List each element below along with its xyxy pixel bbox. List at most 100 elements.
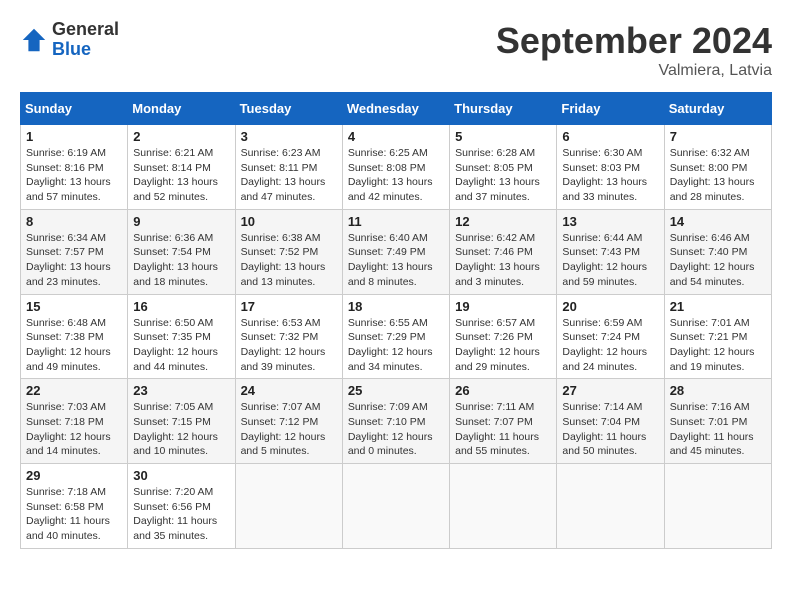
day-info: Sunrise: 7:16 AM Sunset: 7:01 PM Dayligh… xyxy=(670,400,766,459)
calendar-week-5: 29Sunrise: 7:18 AM Sunset: 6:58 PM Dayli… xyxy=(21,464,772,549)
day-info: Sunrise: 6:34 AM Sunset: 7:57 PM Dayligh… xyxy=(26,231,122,290)
calendar-cell xyxy=(664,464,771,549)
day-info: Sunrise: 7:20 AM Sunset: 6:56 PM Dayligh… xyxy=(133,485,229,544)
day-info: Sunrise: 6:48 AM Sunset: 7:38 PM Dayligh… xyxy=(26,316,122,375)
day-info: Sunrise: 7:03 AM Sunset: 7:18 PM Dayligh… xyxy=(26,400,122,459)
calendar-cell: 27 Sunrise: 7:14 AM Sunset: 7:04 PM Dayli… xyxy=(557,379,664,464)
calendar-cell: 23 Sunrise: 7:05 AM Sunset: 7:15 PM Dayli… xyxy=(128,379,235,464)
location: Valmiera, Latvia xyxy=(496,62,772,80)
calendar-cell: 19Sunrise: 6:57 AM Sunset: 7:26 PM Dayli… xyxy=(450,294,557,379)
title-block: September 2024 Valmiera, Latvia xyxy=(496,20,772,80)
calendar-cell: 7 Sunrise: 6:32 AM Sunset: 8:00 PM Daylig… xyxy=(664,125,771,210)
calendar-cell: 4 Sunrise: 6:25 AM Sunset: 8:08 PM Daylig… xyxy=(342,125,449,210)
day-number: 22 xyxy=(26,383,122,398)
calendar-header-friday: Friday xyxy=(557,93,664,125)
calendar-cell: 25Sunrise: 7:09 AM Sunset: 7:10 PM Dayli… xyxy=(342,379,449,464)
day-number: 7 xyxy=(670,129,766,144)
calendar-header-saturday: Saturday xyxy=(664,93,771,125)
day-number: 23 xyxy=(133,383,229,398)
calendar-cell: 10 Sunrise: 6:38 AM Sunset: 7:52 PM Dayli… xyxy=(235,209,342,294)
day-info: Sunrise: 6:53 AM Sunset: 7:32 PM Dayligh… xyxy=(241,316,337,375)
day-info: Sunrise: 6:57 AM Sunset: 7:26 PM Dayligh… xyxy=(455,316,551,375)
day-number: 8 xyxy=(26,214,122,229)
day-number: 15 xyxy=(26,299,122,314)
day-info: Sunrise: 6:40 AM Sunset: 7:49 PM Dayligh… xyxy=(348,231,444,290)
day-info: Sunrise: 6:55 AM Sunset: 7:29 PM Dayligh… xyxy=(348,316,444,375)
calendar-cell: 29Sunrise: 7:18 AM Sunset: 6:58 PM Dayli… xyxy=(21,464,128,549)
day-number: 24 xyxy=(241,383,337,398)
calendar: SundayMondayTuesdayWednesdayThursdayFrid… xyxy=(20,92,772,549)
calendar-cell xyxy=(450,464,557,549)
day-number: 21 xyxy=(670,299,766,314)
day-number: 13 xyxy=(562,214,658,229)
calendar-header-wednesday: Wednesday xyxy=(342,93,449,125)
calendar-cell: 21Sunrise: 7:01 AM Sunset: 7:21 PM Dayli… xyxy=(664,294,771,379)
day-number: 2 xyxy=(133,129,229,144)
day-number: 4 xyxy=(348,129,444,144)
calendar-cell: 22 Sunrise: 7:03 AM Sunset: 7:18 PM Dayli… xyxy=(21,379,128,464)
calendar-cell: 1 Sunrise: 6:19 AM Sunset: 8:16 PM Daylig… xyxy=(21,125,128,210)
calendar-cell: 8 Sunrise: 6:34 AM Sunset: 7:57 PM Daylig… xyxy=(21,209,128,294)
day-info: Sunrise: 7:14 AM Sunset: 7:04 PM Dayligh… xyxy=(562,400,658,459)
logo-blue: Blue xyxy=(52,40,119,60)
calendar-cell: 3Sunrise: 6:23 AM Sunset: 8:11 PM Daylig… xyxy=(235,125,342,210)
logo-general: General xyxy=(52,20,119,40)
calendar-header-tuesday: Tuesday xyxy=(235,93,342,125)
day-info: Sunrise: 7:05 AM Sunset: 7:15 PM Dayligh… xyxy=(133,400,229,459)
day-number: 27 xyxy=(562,383,658,398)
day-number: 1 xyxy=(26,129,122,144)
calendar-cell: 13 Sunrise: 6:44 AM Sunset: 7:43 PM Dayli… xyxy=(557,209,664,294)
calendar-cell: 18 Sunrise: 6:55 AM Sunset: 7:29 PM Dayli… xyxy=(342,294,449,379)
month-title: September 2024 xyxy=(496,20,772,62)
day-info: Sunrise: 6:30 AM Sunset: 8:03 PM Dayligh… xyxy=(562,146,658,205)
day-number: 11 xyxy=(348,214,444,229)
day-info: Sunrise: 6:50 AM Sunset: 7:35 PM Dayligh… xyxy=(133,316,229,375)
day-number: 5 xyxy=(455,129,551,144)
day-info: Sunrise: 6:25 AM Sunset: 8:08 PM Dayligh… xyxy=(348,146,444,205)
day-info: Sunrise: 6:38 AM Sunset: 7:52 PM Dayligh… xyxy=(241,231,337,290)
calendar-cell: 9 Sunrise: 6:36 AM Sunset: 7:54 PM Daylig… xyxy=(128,209,235,294)
day-info: Sunrise: 6:44 AM Sunset: 7:43 PM Dayligh… xyxy=(562,231,658,290)
calendar-cell: 16 Sunrise: 6:50 AM Sunset: 7:35 PM Dayli… xyxy=(128,294,235,379)
calendar-cell xyxy=(342,464,449,549)
day-number: 18 xyxy=(348,299,444,314)
calendar-week-3: 15 Sunrise: 6:48 AM Sunset: 7:38 PM Dayli… xyxy=(21,294,772,379)
logo-icon xyxy=(20,26,48,54)
day-number: 30 xyxy=(133,468,229,483)
calendar-cell: 15 Sunrise: 6:48 AM Sunset: 7:38 PM Dayli… xyxy=(21,294,128,379)
calendar-week-2: 8 Sunrise: 6:34 AM Sunset: 7:57 PM Daylig… xyxy=(21,209,772,294)
calendar-cell: 24 Sunrise: 7:07 AM Sunset: 7:12 PM Dayli… xyxy=(235,379,342,464)
calendar-cell: 14Sunrise: 6:46 AM Sunset: 7:40 PM Dayli… xyxy=(664,209,771,294)
day-info: Sunrise: 6:32 AM Sunset: 8:00 PM Dayligh… xyxy=(670,146,766,205)
calendar-cell: 11 Sunrise: 6:40 AM Sunset: 7:49 PM Dayli… xyxy=(342,209,449,294)
calendar-cell: 12 Sunrise: 6:42 AM Sunset: 7:46 PM Dayli… xyxy=(450,209,557,294)
day-number: 10 xyxy=(241,214,337,229)
calendar-cell xyxy=(235,464,342,549)
calendar-cell: 26Sunrise: 7:11 AM Sunset: 7:07 PM Dayli… xyxy=(450,379,557,464)
day-number: 12 xyxy=(455,214,551,229)
day-number: 9 xyxy=(133,214,229,229)
day-number: 16 xyxy=(133,299,229,314)
logo: General Blue xyxy=(20,20,119,60)
day-number: 17 xyxy=(241,299,337,314)
day-number: 20 xyxy=(562,299,658,314)
day-number: 3 xyxy=(241,129,337,144)
calendar-cell xyxy=(557,464,664,549)
calendar-cell: 17 Sunrise: 6:53 AM Sunset: 7:32 PM Dayli… xyxy=(235,294,342,379)
day-info: Sunrise: 6:42 AM Sunset: 7:46 PM Dayligh… xyxy=(455,231,551,290)
day-number: 14 xyxy=(670,214,766,229)
day-info: Sunrise: 6:59 AM Sunset: 7:24 PM Dayligh… xyxy=(562,316,658,375)
calendar-header-row: SundayMondayTuesdayWednesdayThursdayFrid… xyxy=(21,93,772,125)
day-info: Sunrise: 7:18 AM Sunset: 6:58 PM Dayligh… xyxy=(26,485,122,544)
calendar-cell: 28 Sunrise: 7:16 AM Sunset: 7:01 PM Dayli… xyxy=(664,379,771,464)
calendar-header-sunday: Sunday xyxy=(21,93,128,125)
day-number: 26 xyxy=(455,383,551,398)
calendar-cell: 20 Sunrise: 6:59 AM Sunset: 7:24 PM Dayli… xyxy=(557,294,664,379)
day-info: Sunrise: 6:36 AM Sunset: 7:54 PM Dayligh… xyxy=(133,231,229,290)
day-info: Sunrise: 6:19 AM Sunset: 8:16 PM Dayligh… xyxy=(26,146,122,205)
day-number: 6 xyxy=(562,129,658,144)
day-info: Sunrise: 7:07 AM Sunset: 7:12 PM Dayligh… xyxy=(241,400,337,459)
calendar-cell: 6 Sunrise: 6:30 AM Sunset: 8:03 PM Daylig… xyxy=(557,125,664,210)
day-info: Sunrise: 7:09 AM Sunset: 7:10 PM Dayligh… xyxy=(348,400,444,459)
day-number: 28 xyxy=(670,383,766,398)
